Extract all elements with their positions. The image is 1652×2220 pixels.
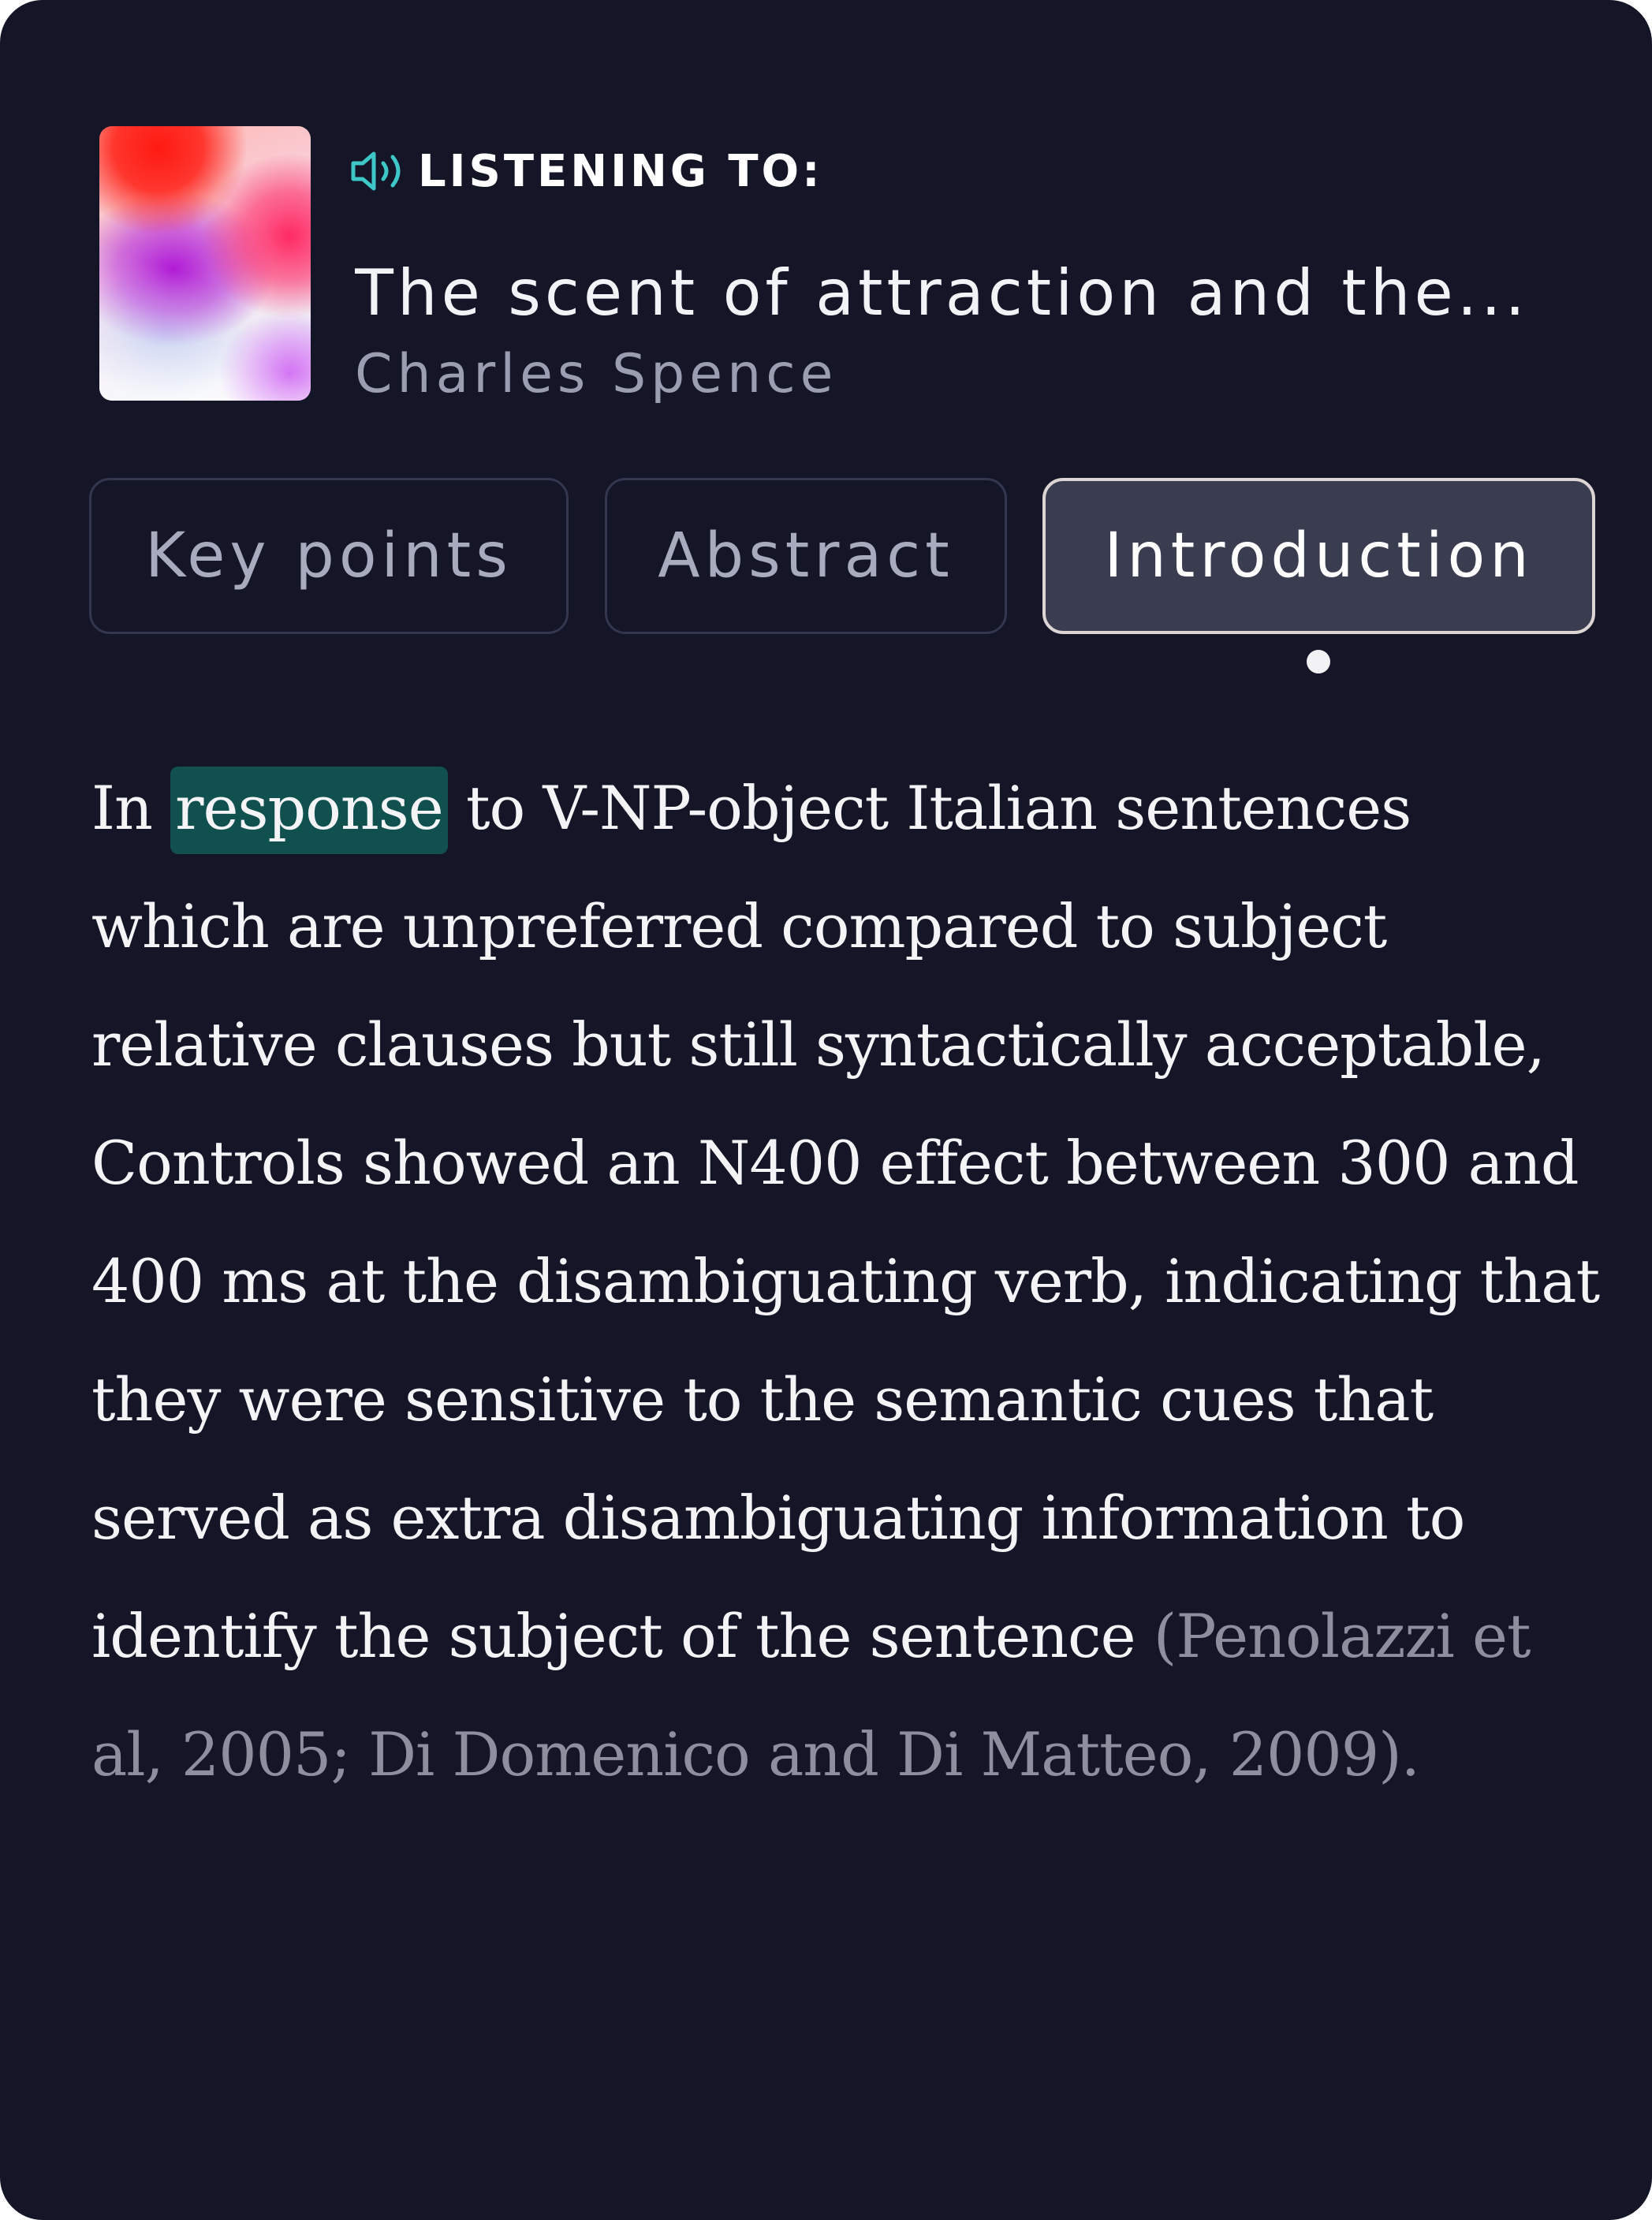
highlighted-word: response	[170, 767, 448, 854]
tab-abstract[interactable]: Abstract	[605, 478, 1007, 634]
cover-art[interactable]	[99, 126, 311, 401]
active-tab-indicator	[1307, 650, 1330, 673]
section-text: In response to V-NP-object Italian sente…	[91, 749, 1605, 1814]
text-body: to V-NP-object Italian sentences which a…	[91, 773, 1600, 1671]
listening-label: LISTENING TO:	[418, 145, 823, 197]
track-title: The scent of attraction and the...	[355, 256, 1522, 330]
speaker-icon[interactable]	[349, 147, 410, 195]
tab-key-points[interactable]: Key points	[89, 478, 569, 634]
tab-introduction[interactable]: Introduction	[1042, 478, 1595, 634]
text-lead: In	[91, 773, 153, 843]
reader-card: LISTENING TO: The scent of attraction an…	[0, 0, 1652, 2220]
section-tabs: Key points Abstract Introduction	[0, 478, 1652, 636]
track-author: Charles Spence	[355, 343, 838, 405]
listening-header: LISTENING TO:	[349, 142, 823, 200]
